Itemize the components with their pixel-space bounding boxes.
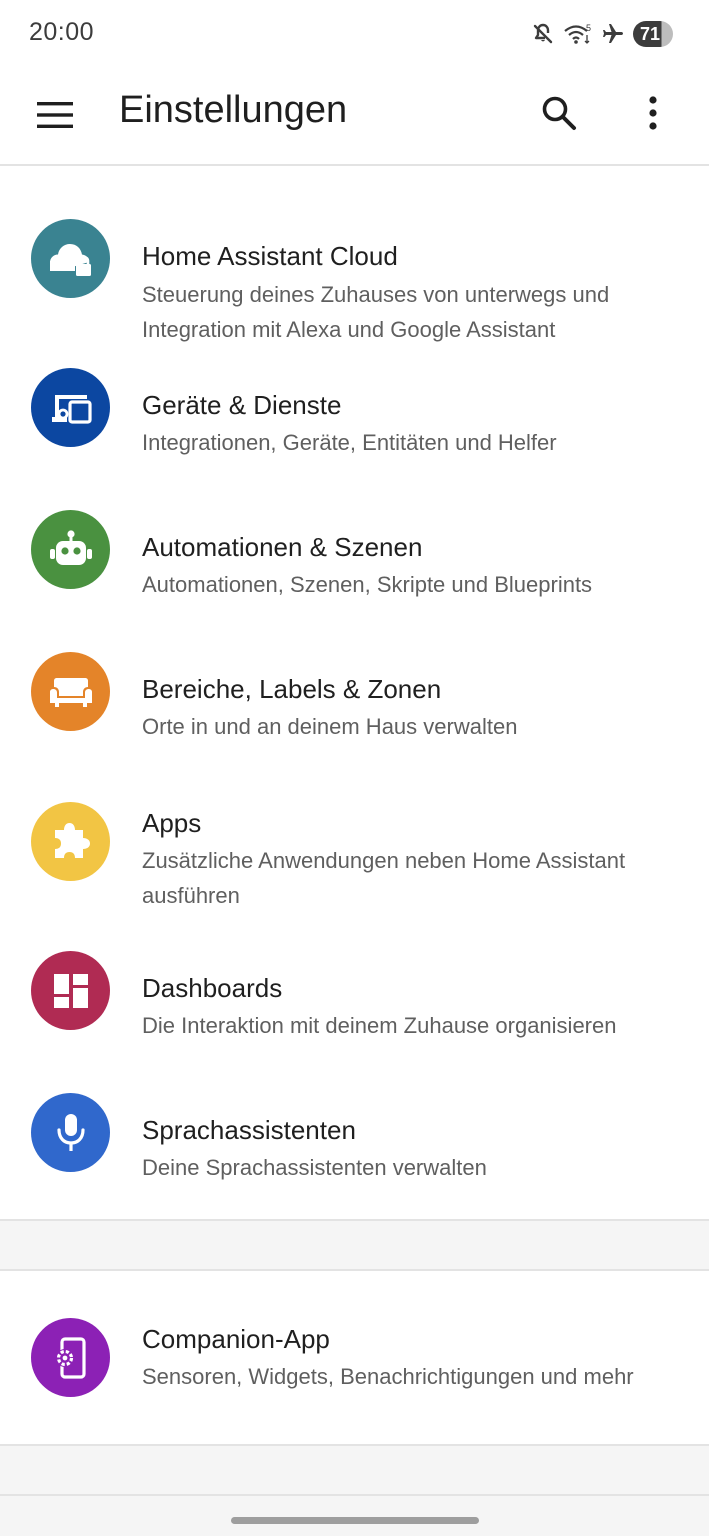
- item-title: Apps: [142, 808, 202, 838]
- item-description: Die Interaktion mit deinem Zuhause organ…: [142, 1013, 617, 1038]
- status-bar: 20:00 5 71: [0, 0, 709, 66]
- item-title: Bereiche, Labels & Zonen: [142, 674, 442, 704]
- devices-icon: [31, 368, 110, 447]
- settings-item-automations[interactable]: Automationen & Szenen Automationen, Szen…: [0, 504, 709, 626]
- item-title: Dashboards: [142, 973, 283, 1003]
- battery-icon: 71: [633, 21, 673, 47]
- item-title: Companion-App: [142, 1324, 330, 1354]
- svg-text:5: 5: [586, 23, 591, 33]
- battery-level: 71: [639, 24, 661, 44]
- microphone-icon: [31, 1093, 110, 1172]
- settings-item-companion-app[interactable]: Companion-App Sensoren, Widgets, Benachr…: [0, 1308, 709, 1430]
- cloud-lock-icon: [31, 219, 110, 298]
- item-description: Integrationen, Geräte, Entitäten und Hel…: [142, 430, 557, 455]
- dashboard-icon: [31, 951, 110, 1030]
- section-divider: [0, 1444, 709, 1496]
- item-title: Automationen & Szenen: [142, 532, 423, 562]
- item-description: Sensoren, Widgets, Benachrichtigungen un…: [142, 1364, 634, 1389]
- item-description: Automationen, Szenen, Skripte und Bluepr…: [142, 572, 593, 597]
- settings-item-cloud[interactable]: Home Assistant Cloud Steuerung deines Zu…: [0, 200, 709, 360]
- settings-item-devices[interactable]: Geräte & Dienste Integrationen, Geräte, …: [0, 362, 709, 484]
- item-description: Deine Sprachassistenten verwalten: [142, 1155, 487, 1180]
- home-gesture-handle[interactable]: [231, 1517, 479, 1524]
- section-divider: [0, 1219, 709, 1271]
- search-button[interactable]: [530, 86, 588, 144]
- system-nav-bar: [0, 1496, 709, 1536]
- more-vert-icon: [648, 95, 658, 135]
- status-time: 20:00: [29, 18, 95, 46]
- item-title: Geräte & Dienste: [142, 390, 342, 420]
- cellphone-cog-icon: [31, 1318, 110, 1397]
- item-title: Home Assistant Cloud: [142, 241, 398, 271]
- status-icons: 5 71: [531, 20, 673, 48]
- page-title: Einstellungen: [119, 89, 348, 131]
- settings-item-apps[interactable]: Apps Zusätzliche Anwendungen neben Home …: [0, 782, 709, 942]
- more-options-button[interactable]: [624, 86, 682, 144]
- menu-button[interactable]: [26, 88, 84, 146]
- item-description: Steuerung deines Zuhauses von unterwegs …: [142, 282, 610, 342]
- settings-item-areas[interactable]: Bereiche, Labels & Zonen Orte in und an …: [0, 646, 709, 768]
- puzzle-icon: [31, 802, 110, 881]
- settings-item-voice-assistants[interactable]: Sprachassistenten Deine Sprachassistente…: [0, 1090, 709, 1212]
- mute-icon: [531, 22, 555, 46]
- item-title: Sprachassistenten: [142, 1115, 356, 1145]
- sofa-icon: [31, 652, 110, 731]
- search-icon: [541, 95, 577, 136]
- item-description: Zusätzliche Anwendungen neben Home Assis…: [142, 848, 626, 908]
- settings-item-dashboards[interactable]: Dashboards Die Interaktion mit deinem Zu…: [0, 948, 709, 1070]
- item-description: Orte in und an deinem Haus verwalten: [142, 714, 518, 739]
- airplane-icon: [601, 22, 625, 46]
- wifi-icon: 5: [563, 22, 593, 46]
- robot-icon: [31, 510, 110, 589]
- menu-icon: [37, 101, 73, 133]
- app-toolbar: Einstellungen: [0, 66, 709, 166]
